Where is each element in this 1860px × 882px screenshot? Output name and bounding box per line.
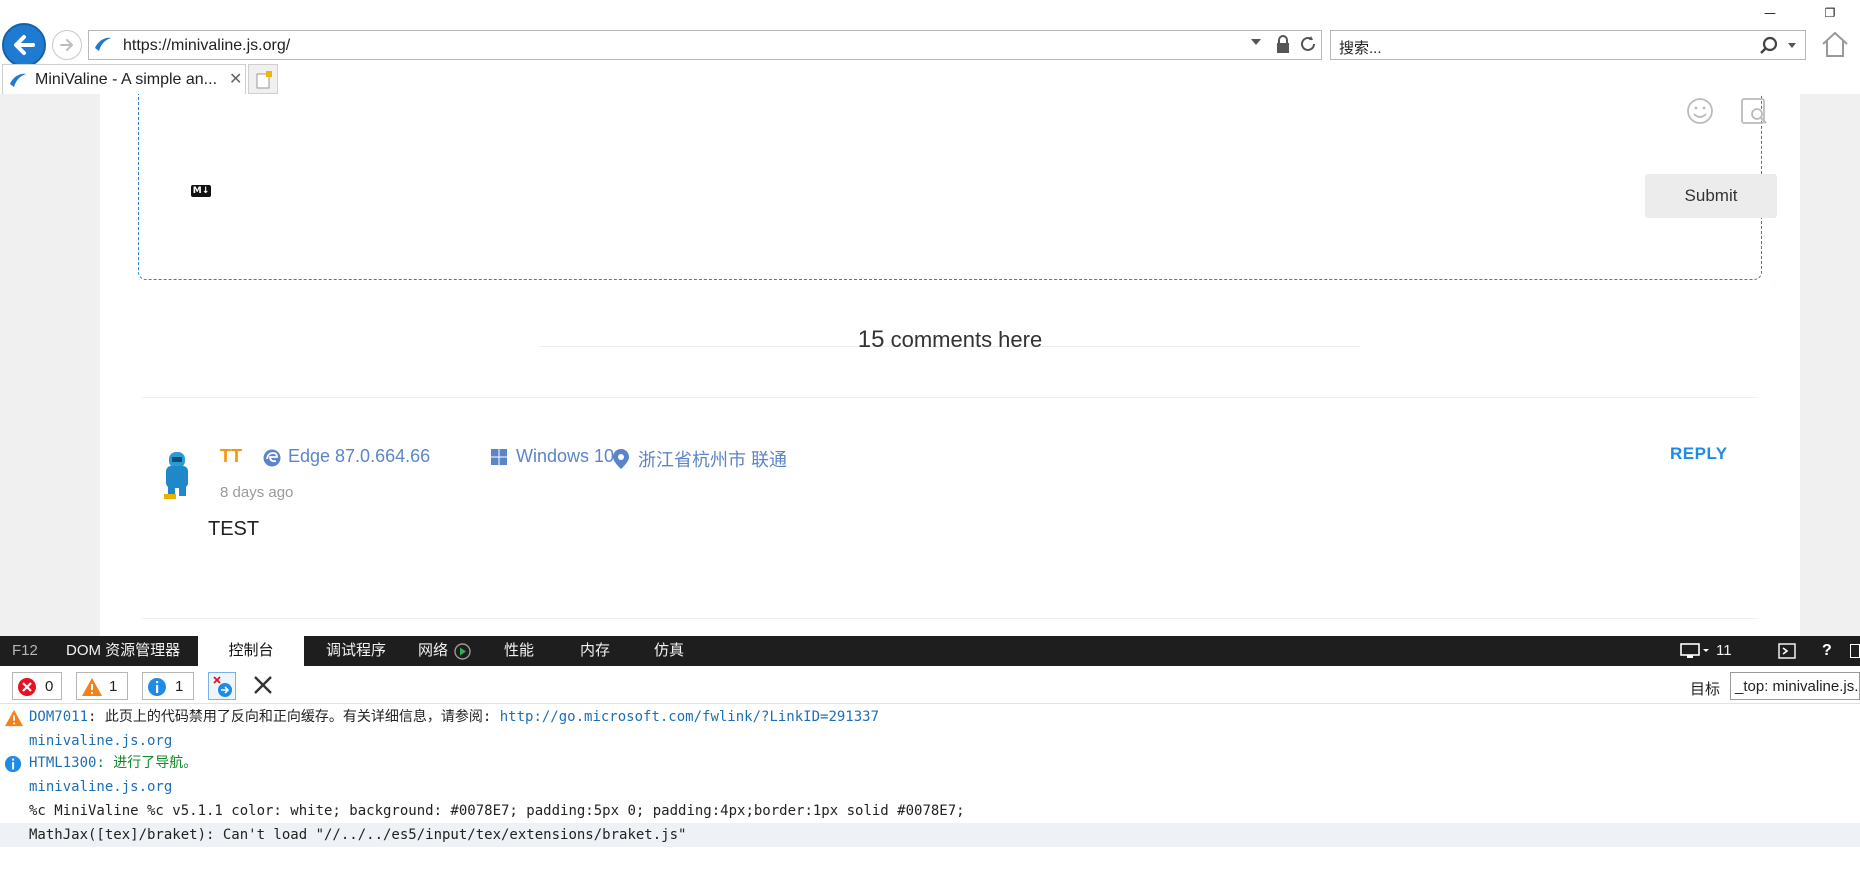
- comment-editor[interactable]: M↓ Submit: [138, 94, 1777, 280]
- comment-count-suffix: comments here: [884, 327, 1043, 352]
- divider: [142, 618, 1758, 619]
- comment-browser-label: Edge 87.0.664.66: [288, 446, 431, 466]
- info-count: 1: [175, 678, 184, 695]
- divider: [142, 397, 1758, 398]
- location-pin-icon: [613, 449, 629, 469]
- submit-button[interactable]: Submit: [1645, 174, 1777, 218]
- info-icon: [4, 755, 22, 773]
- site-favicon-icon: [95, 37, 111, 51]
- console-toolbar: 0 1 1 目标 _top: minivaline.js.org: [0, 666, 1860, 704]
- comment-location-label: 浙江省杭州市 联通: [638, 450, 788, 470]
- edge-icon: [263, 449, 281, 467]
- tab-memory[interactable]: 内存: [580, 636, 610, 666]
- network-record-icon[interactable]: [454, 643, 471, 660]
- console-toggle-icon[interactable]: [1778, 643, 1796, 659]
- restore-icon[interactable]: ❐: [1810, 2, 1850, 24]
- message-text: : 此页上的代码禁用了反向和正向缓存。有关详细信息，请参阅:: [88, 709, 500, 725]
- home-icon[interactable]: [1820, 30, 1850, 58]
- console-message-log[interactable]: %c MiniValine %c v5.1.1 color: white; ba…: [29, 799, 965, 823]
- tab-title: MiniValine - A simple an...: [35, 71, 218, 88]
- comment-count: 15 comments here: [100, 326, 1800, 354]
- help-icon[interactable]: ?: [1822, 636, 1832, 666]
- minimize-icon[interactable]: —: [1750, 2, 1790, 24]
- tab-favicon-icon: [10, 73, 26, 87]
- console-message-warning[interactable]: DOM7011: 此页上的代码禁用了反向和正向缓存。有关详细信息，请参阅: ht…: [0, 705, 1860, 729]
- message-code[interactable]: DOM7011: [29, 709, 88, 725]
- tab-network[interactable]: 网络: [418, 636, 448, 666]
- clear-console-icon[interactable]: [252, 674, 274, 696]
- tab-close-icon[interactable]: ✕: [229, 69, 242, 88]
- target-select-value: _top: minivaline.js.org: [1735, 678, 1859, 695]
- markdown-icon[interactable]: M↓: [191, 185, 211, 197]
- windows-icon: [491, 449, 507, 465]
- preview-icon[interactable]: [1739, 96, 1769, 126]
- console-message-log[interactable]: MathJax([tex]/braket): Can't load "//../…: [0, 823, 1860, 847]
- comment-count-number: 15: [857, 326, 885, 353]
- new-tab-icon: [256, 71, 272, 89]
- address-text: https://minivaline.js.org/: [123, 37, 291, 54]
- info-icon: [148, 678, 166, 696]
- forward-button[interactable]: [52, 30, 82, 60]
- message-link[interactable]: http://go.microsoft.com/fwlink/?LinkID=2…: [500, 709, 879, 725]
- browser-chrome: — ❐ https://minivaline.js.org/ 搜索... Min…: [0, 0, 1860, 94]
- tab-debugger[interactable]: 调试程序: [326, 636, 386, 666]
- comment-os-label: Windows 10: [516, 446, 615, 466]
- console-message-info-body: HTML1300: 进行了导航。: [29, 751, 197, 775]
- search-box[interactable]: 搜索...: [1330, 30, 1806, 60]
- devtools-f12-label: F12: [12, 642, 38, 659]
- target-label: 目标: [1690, 681, 1721, 698]
- errors-filter[interactable]: 0: [12, 672, 62, 700]
- tab-console[interactable]: 控制台: [198, 636, 304, 666]
- search-dropdown-icon[interactable]: [1787, 42, 1797, 49]
- console-message-warning-body: DOM7011: 此页上的代码禁用了反向和正向缓存。有关详细信息，请参阅: ht…: [29, 705, 879, 729]
- message-code[interactable]: HTML1300: [29, 755, 96, 771]
- emoji-icon[interactable]: [1685, 96, 1715, 126]
- comment-text: TEST: [208, 518, 260, 540]
- document-mode-version[interactable]: 11: [1716, 636, 1732, 666]
- page-viewport: M↓ Submit 15 comments here TT Edge 87.0.…: [0, 94, 1860, 636]
- devtools-panel: F12 DOM 资源管理器 控制台 调试程序 网络 性能 内存 仿真 11 ? …: [0, 636, 1860, 882]
- forward-arrow-icon: [60, 39, 73, 51]
- address-bar[interactable]: https://minivaline.js.org/: [88, 30, 1322, 60]
- console-message-info[interactable]: HTML1300: 进行了导航。: [0, 751, 1860, 775]
- message-text: MathJax([tex]/braket): Can't load "//../…: [29, 827, 687, 843]
- lock-icon[interactable]: [1275, 35, 1291, 55]
- document-mode-icon[interactable]: [1680, 643, 1712, 659]
- address-dropdown-icon[interactable]: [1250, 38, 1262, 46]
- error-icon: [18, 678, 36, 696]
- dock-icon[interactable]: [1850, 644, 1860, 658]
- tab-minivaline[interactable]: MiniValine - A simple an... ✕: [2, 64, 246, 94]
- avatar[interactable]: [160, 450, 194, 500]
- tab-performance[interactable]: 性能: [504, 636, 534, 666]
- new-tab-button[interactable]: [248, 64, 278, 94]
- search-input[interactable]: 搜索...: [1339, 37, 1382, 58]
- page-content: M↓ Submit 15 comments here TT Edge 87.0.…: [100, 94, 1800, 636]
- info-filter[interactable]: 1: [142, 672, 194, 700]
- search-icon[interactable]: [1759, 36, 1779, 56]
- warnings-filter[interactable]: 1: [76, 672, 128, 700]
- clear-on-navigate-icon: [213, 676, 232, 697]
- back-button[interactable]: [2, 23, 46, 67]
- warning-icon: [5, 709, 23, 727]
- back-arrow-icon: [14, 35, 35, 55]
- message-source[interactable]: minivaline.js.org: [29, 775, 172, 799]
- reply-button[interactable]: REPLY: [1670, 444, 1728, 464]
- target-select[interactable]: _top: minivaline.js.org: [1730, 672, 1860, 700]
- comment-time: 8 days ago: [220, 484, 294, 501]
- message-source[interactable]: minivaline.js.org: [29, 729, 172, 753]
- tab-emulation[interactable]: 仿真: [654, 636, 684, 666]
- devtools-tab-bar: F12 DOM 资源管理器 控制台 调试程序 网络 性能 内存 仿真 11 ?: [0, 636, 1860, 666]
- errors-count: 0: [45, 678, 54, 695]
- warning-icon: [82, 678, 102, 696]
- refresh-icon[interactable]: [1298, 34, 1318, 54]
- warnings-count: 1: [109, 678, 118, 695]
- comment-author[interactable]: TT: [220, 446, 242, 467]
- clear-on-navigate-button[interactable]: [208, 672, 236, 700]
- tab-dom-explorer[interactable]: DOM 资源管理器: [66, 636, 180, 666]
- message-text: : 进行了导航。: [96, 755, 198, 771]
